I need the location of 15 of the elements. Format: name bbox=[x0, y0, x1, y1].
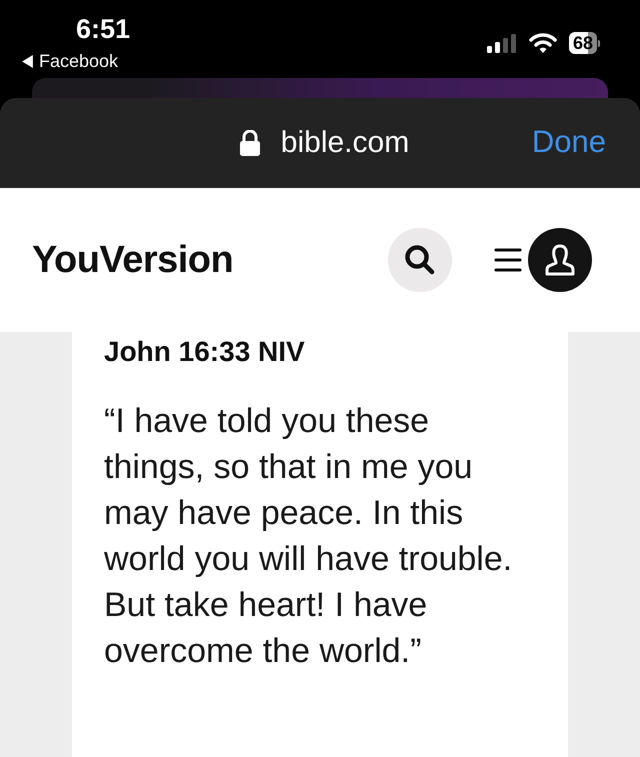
back-triangle-icon bbox=[22, 55, 33, 68]
person-icon bbox=[543, 243, 577, 277]
menu-icon[interactable] bbox=[494, 246, 522, 274]
site-logo[interactable]: YouVersion bbox=[32, 238, 234, 282]
status-time: 6:51 bbox=[76, 14, 130, 45]
wifi-icon bbox=[528, 32, 557, 54]
lock-icon bbox=[238, 130, 261, 156]
signal-icon bbox=[486, 33, 517, 53]
back-to-app-link[interactable]: Facebook bbox=[22, 51, 118, 72]
verse-reference: John 16:33 NIV bbox=[104, 336, 306, 368]
done-button[interactable]: Done bbox=[532, 124, 606, 160]
address-text[interactable]: bible.com bbox=[280, 126, 410, 160]
verse-text: “I have told you these things, so that in me you may have peace. In this world you will have trouble. But take heart! I have overcome the world.” bbox=[104, 401, 514, 672]
battery-level: 68 bbox=[568, 32, 597, 54]
search-icon bbox=[404, 244, 436, 276]
